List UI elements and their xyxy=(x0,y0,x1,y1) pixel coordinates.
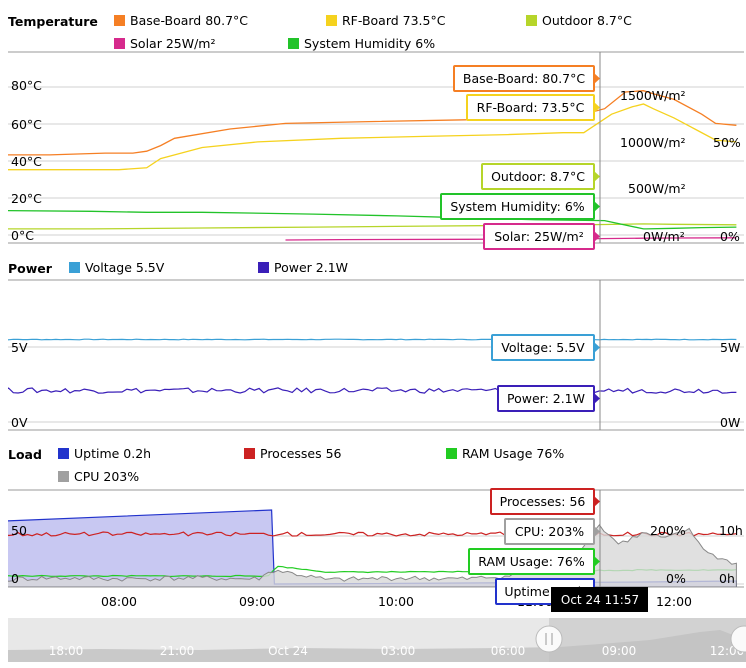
tooltip-rf-board-label: RF-Board: 73.5°C xyxy=(477,100,585,115)
tooltip-solar: Solar: 25W/m² xyxy=(483,223,600,250)
legend-swatch-rf-board xyxy=(326,15,337,26)
tooltip-processes-label: Processes: 56 xyxy=(500,494,586,509)
load-plot-area xyxy=(8,489,744,588)
tooltip-base-board-label: Base-Board: 80.7°C xyxy=(463,71,586,86)
tooltip-solar-pointer xyxy=(594,231,600,242)
navigator-handle-left[interactable] xyxy=(535,625,563,653)
legend-label-outdoor: Outdoor 8.7°C xyxy=(542,13,632,28)
power-gridlines xyxy=(8,346,744,423)
legend-swatch-cpu xyxy=(58,471,69,482)
legend-swatch-processes xyxy=(244,448,255,459)
temperature-y-tick-right: 1000W/m² xyxy=(620,135,686,150)
legend-swatch-base-board xyxy=(114,15,125,26)
legend-label-ram-usage: RAM Usage 76% xyxy=(462,446,564,461)
tooltip-cpu: CPU: 203% xyxy=(504,518,600,545)
tooltip-processes-pointer xyxy=(594,496,600,507)
temperature-y-tick-right-percent: 0% xyxy=(720,229,740,244)
tooltip-voltage: Voltage: 5.5V xyxy=(491,334,600,361)
legend-label-rf-board: RF-Board 73.5°C xyxy=(342,13,446,28)
navigator-label: 06:00 xyxy=(491,644,526,658)
tooltip-outdoor-pointer xyxy=(594,171,600,182)
load-series xyxy=(8,509,737,587)
tooltip-solar-label: Solar: 25W/m² xyxy=(494,229,583,244)
tooltip-system-humidity-label: System Humidity: 6% xyxy=(450,199,584,214)
legend-swatch-outdoor xyxy=(526,15,537,26)
load-y-tick-right: 0h xyxy=(719,571,735,586)
tooltip-base-board: Base-Board: 80.7°C xyxy=(453,65,600,92)
legend-swatch-ram-usage xyxy=(446,448,457,459)
power-y-tick-left: 5V xyxy=(11,340,28,355)
tooltip-voltage-pointer xyxy=(594,342,600,353)
x-axis-tick: 10:00 xyxy=(378,594,414,609)
legend-label-cpu: CPU 203% xyxy=(74,469,139,484)
legend-swatch-solar xyxy=(114,38,125,49)
load-y-tick-right-percent: 0% xyxy=(666,571,686,586)
temperature-y-tick-right-percent: 50% xyxy=(713,135,741,150)
load-y-tick-right: 10h xyxy=(719,523,743,538)
navigator-label: 18:00 xyxy=(49,644,84,658)
tooltip-rf-board: RF-Board: 73.5°C xyxy=(466,94,600,121)
temperature-y-tick-right: 0W/m² xyxy=(643,229,685,244)
temperature-y-tick-left: 40°C xyxy=(11,154,42,169)
load-y-tick-right-percent: 200% xyxy=(650,523,686,538)
legend-swatch-system-humidity xyxy=(288,38,299,49)
tooltip-power-label: Power: 2.1W xyxy=(507,391,585,406)
tooltip-cpu-label: CPU: 203% xyxy=(515,524,584,539)
load-y-tick-left: 50 xyxy=(11,523,27,538)
power-y-tick-right: 0W xyxy=(720,415,740,430)
tooltip-outdoor: Outdoor: 8.7°C xyxy=(481,163,600,190)
power-series-line-power xyxy=(8,387,737,394)
power-series-line-voltage xyxy=(8,338,737,341)
tooltip-system-humidity-pointer xyxy=(594,201,600,212)
time-tooltip: Oct 24 11:57 xyxy=(551,587,648,612)
tooltip-ram-usage-label: RAM Usage: 76% xyxy=(478,554,585,569)
navigator-label: 21:00 xyxy=(160,644,195,658)
legend-swatch-voltage xyxy=(69,262,80,273)
legend-swatch-power xyxy=(258,262,269,273)
time-tooltip-label: Oct 24 11:57 xyxy=(561,593,639,607)
temperature-y-tick-left: 0°C xyxy=(11,228,34,243)
section-title-power: Power xyxy=(8,261,53,276)
legend-label-base-board: Base-Board 80.7°C xyxy=(130,13,248,28)
legend-label-processes: Processes 56 xyxy=(260,446,342,461)
x-axis-tick: 08:00 xyxy=(101,594,137,609)
section-title-load: Load xyxy=(8,447,42,462)
temperature-y-tick-left: 60°C xyxy=(11,117,42,132)
navigator-label: 03:00 xyxy=(381,644,416,658)
power-plot-area xyxy=(8,279,744,431)
power-y-tick-right: 5W xyxy=(720,340,740,355)
tooltip-voltage-label: Voltage: 5.5V xyxy=(501,340,585,355)
temperature-y-tick-left: 80°C xyxy=(11,78,42,93)
temperature-y-tick-right: 500W/m² xyxy=(628,181,686,196)
tooltip-outdoor-label: Outdoor: 8.7°C xyxy=(491,169,585,184)
temperature-series xyxy=(8,90,737,241)
temperature-gridlines xyxy=(8,86,744,236)
power-y-tick-left: 0V xyxy=(11,415,28,430)
legend-label-solar: Solar 25W/m² xyxy=(130,36,216,51)
navigator-label: 09:00 xyxy=(602,644,637,658)
legend-label-voltage: Voltage 5.5V xyxy=(85,260,165,275)
x-axis-tick: 09:00 xyxy=(239,594,275,609)
temperature-y-tick-right: 1500W/m² xyxy=(620,88,686,103)
legend-swatch-uptime xyxy=(58,448,69,459)
legend-label-uptime: Uptime 0.2h xyxy=(74,446,151,461)
tooltip-power-pointer xyxy=(594,393,600,404)
tooltip-processes: Processes: 56 xyxy=(490,488,600,515)
legend-label-power: Power 2.1W xyxy=(274,260,348,275)
load-y-tick-left: 0 xyxy=(11,571,19,586)
dashboard-chart: Temperature Power Load Base-Board 80.7°C… xyxy=(8,13,746,662)
temperature-y-tick-left: 20°C xyxy=(11,191,42,206)
navigator[interactable]: 18:00 21:00 Oct 24 03:00 06:00 09:00 12:00 xyxy=(8,618,746,662)
tooltip-base-board-pointer xyxy=(594,73,600,84)
tooltip-power: Power: 2.1W xyxy=(497,385,600,412)
tooltip-ram-usage: RAM Usage: 76% xyxy=(468,548,600,575)
section-title-temperature: Temperature xyxy=(8,14,98,29)
x-axis-tick: 12:00 xyxy=(656,594,692,609)
tooltip-system-humidity: System Humidity: 6% xyxy=(440,193,600,220)
navigator-label: Oct 24 xyxy=(268,644,308,658)
legend-label-system-humidity: System Humidity 6% xyxy=(304,36,435,51)
tooltips: Base-Board: 80.7°C RF-Board: 73.5°C Outdoo… xyxy=(440,65,600,605)
